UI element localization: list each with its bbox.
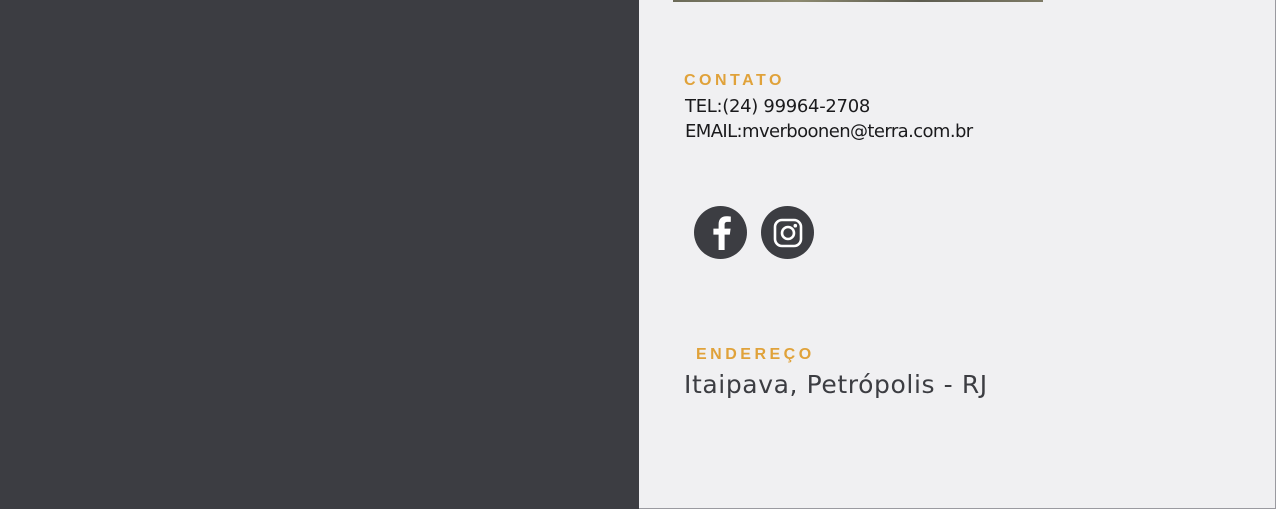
page: CONTATO TEL:(24) 99964-2708 EMAIL:mverbo…: [0, 0, 1276, 509]
social-links: [694, 206, 814, 259]
instagram-icon: [773, 218, 802, 247]
address-text: Itaipava, Petrópolis - RJ: [684, 370, 988, 399]
contact-heading: CONTATO: [684, 72, 785, 89]
image-strip: [673, 0, 1043, 2]
phone-text: TEL:(24) 99964-2708: [685, 96, 870, 117]
instagram-link[interactable]: [761, 206, 814, 259]
contact-panel: CONTATO TEL:(24) 99964-2708 EMAIL:mverbo…: [639, 0, 1276, 509]
email-text: EMAIL:mverboonen@terra.com.br: [685, 121, 973, 142]
facebook-link[interactable]: [694, 206, 747, 259]
left-dark-panel: [0, 0, 639, 509]
address-heading: ENDEREÇO: [696, 346, 815, 363]
facebook-icon: [712, 215, 731, 250]
